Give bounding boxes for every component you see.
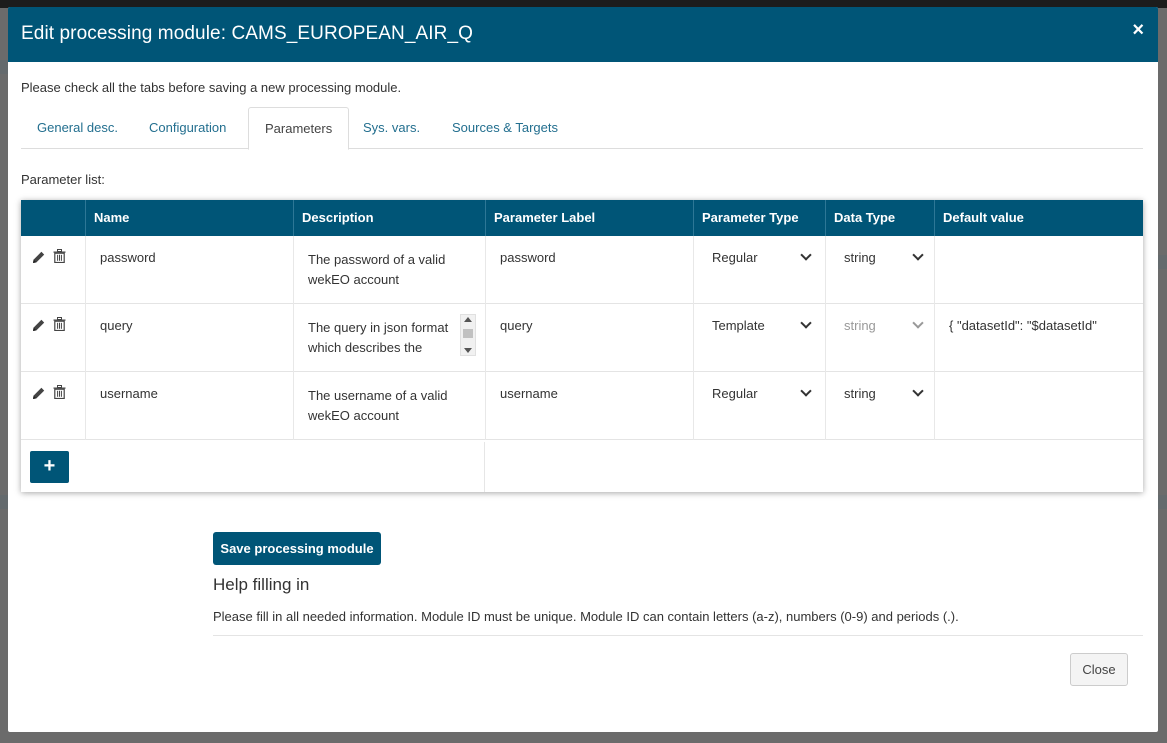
chevron-down-icon [912,385,924,397]
table-header: Name Description Parameter Label Paramet… [21,200,1143,236]
tab-sys-vars[interactable]: Sys. vars. [347,107,436,149]
parameter-type-value: Regular [712,386,758,401]
column-header-parameter-label: Parameter Label [485,200,693,236]
param-name: query [100,318,133,333]
param-description: The query in json format which describes… [308,320,449,355]
parameter-type-value: Regular [712,250,758,265]
intro-text: Please check all the tabs before saving … [21,80,402,95]
save-processing-module-button[interactable]: Save processing module [213,532,381,565]
data-type-select[interactable]: string [836,384,928,406]
default-value-cell[interactable]: { "datasetId": "$datasetId" [934,304,1143,372]
help-divider [213,635,1143,636]
description-scrollbar[interactable] [460,314,476,356]
scroll-down-icon [464,348,472,353]
close-icon[interactable]: × [1132,20,1144,40]
chevron-down-icon [800,385,812,397]
param-label: query [500,318,533,333]
data-type-cell: string [825,304,934,372]
parameter-type-select[interactable]: Regular [704,384,816,406]
parameter-table: Name Description Parameter Label Paramet… [21,200,1143,492]
parameter-type-value: Template [712,318,765,333]
column-header-data-type: Data Type [825,200,934,236]
tab-parameters[interactable]: Parameters [248,107,350,150]
column-header-name: Name [85,200,293,236]
parameter-label-cell[interactable]: password [485,236,693,304]
default-value-cell[interactable] [934,372,1143,440]
default-value-cell[interactable] [934,236,1143,304]
edit-processing-module-dialog: Edit processing module: CAMS_EUROPEAN_AI… [8,7,1158,732]
description-cell[interactable]: The password of a valid wekEO account [293,236,485,304]
help-text: Please fill in all needed information. M… [213,609,959,624]
parameter-label-cell[interactable]: query [485,304,693,372]
table-row: password The password of a valid wekEO a… [21,236,1143,304]
row-actions [21,236,85,304]
data-type-select: string [836,316,928,338]
parameter-label-cell[interactable]: username [485,372,693,440]
add-parameter-button[interactable]: + [30,451,69,483]
name-cell[interactable]: password [85,236,293,304]
table-footer-divider [484,442,485,492]
chevron-down-icon [912,317,924,329]
chevron-down-icon [912,249,924,261]
data-type-cell: string [825,372,934,440]
data-type-value: string [844,250,876,265]
help-title: Help filling in [213,575,310,594]
parameter-type-cell: Template [693,304,825,372]
param-description: The username of a valid wekEO account [308,388,448,423]
tab-configuration[interactable]: Configuration [133,107,242,149]
column-header-description: Description [293,200,485,236]
name-cell[interactable]: username [85,372,293,440]
modal-header: Edit processing module: CAMS_EUROPEAN_AI… [8,7,1158,62]
table-row: query The query in json format which des… [21,304,1143,372]
parameter-type-cell: Regular [693,372,825,440]
scroll-up-icon [464,317,472,322]
background-page-fragment [1158,495,1167,509]
parameter-list-label: Parameter list: [21,172,105,187]
chevron-down-icon [800,317,812,329]
row-actions [21,372,85,440]
tab-general-desc[interactable]: General desc. [21,107,134,149]
close-button[interactable]: Close [1070,653,1128,686]
data-type-value: string [844,318,876,333]
data-type-value: string [844,386,876,401]
param-name: username [100,386,158,401]
parameter-type-select[interactable]: Template [704,316,816,338]
param-description: The password of a valid wekEO account [308,252,446,287]
parameter-type-cell: Regular [693,236,825,304]
param-default-value: { "datasetId": "$datasetId" [949,318,1097,333]
data-type-select[interactable]: string [836,248,928,270]
background-page-fragment [1158,255,1167,269]
param-name: password [100,250,156,265]
scrollbar-thumb[interactable] [463,329,473,338]
column-header-parameter-type: Parameter Type [693,200,825,236]
tab-sources-targets[interactable]: Sources & Targets [436,107,574,149]
chevron-down-icon [800,249,812,261]
description-cell[interactable]: The query in json format which describes… [293,304,485,372]
description-cell[interactable]: The username of a valid wekEO account [293,372,485,440]
column-header-default-value: Default value [934,200,1143,236]
name-cell[interactable]: query [85,304,293,372]
data-type-cell: string [825,236,934,304]
actions-column-header [21,200,85,236]
row-actions [21,304,85,372]
param-label: password [500,250,556,265]
modal-title: Edit processing module: CAMS_EUROPEAN_AI… [21,23,474,44]
parameter-type-select[interactable]: Regular [704,248,816,270]
param-label: username [500,386,558,401]
tab-bar: General desc. Configuration Parameters S… [21,107,1143,150]
table-row: username The username of a valid wekEO a… [21,372,1143,440]
